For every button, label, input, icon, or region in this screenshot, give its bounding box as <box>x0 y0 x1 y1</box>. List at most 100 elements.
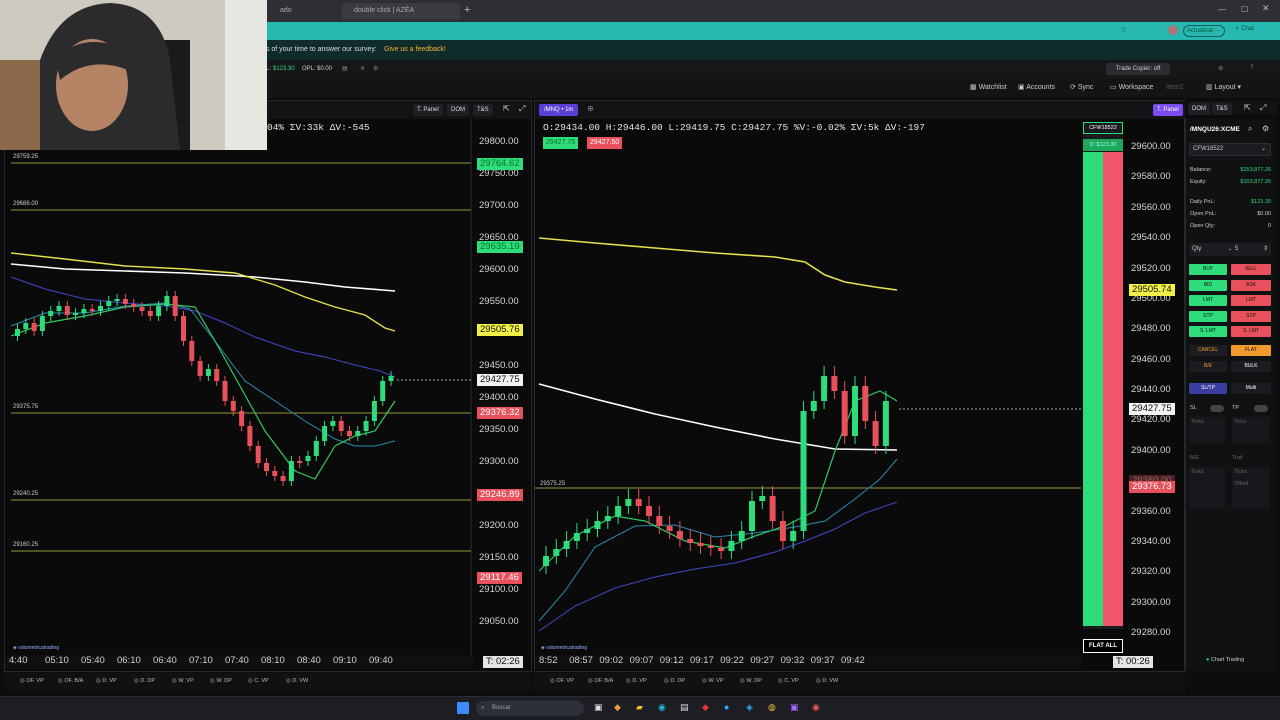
browser-tab-active[interactable]: double click | AZÉA <box>342 3 460 19</box>
gear-icon[interactable]: ⚙ <box>1218 65 1223 72</box>
task-view-icon[interactable]: ▣ <box>594 702 603 713</box>
right-tag-red: 29376.73 <box>1129 481 1175 493</box>
app-icon-3[interactable]: ◆ <box>702 702 709 713</box>
pnl-tag: D: $123.30 <box>1083 139 1123 151</box>
qty-select[interactable]: Qty⌄ <box>1189 243 1237 256</box>
trail-ticks-input[interactable]: Ticks Offset <box>1232 467 1270 509</box>
left-bottom-toggle[interactable]: ◎ D. VP <box>96 678 117 684</box>
right-bottom-toggle[interactable]: ◎ D. VW <box>816 678 838 684</box>
edge-icon[interactable]: ◉ <box>658 702 666 713</box>
qty-input[interactable]: 5 ⇕ <box>1231 243 1271 256</box>
right-popout-icon[interactable]: ⇱ <box>1244 103 1251 112</box>
close-window-icon[interactable]: ✕ <box>1262 3 1270 14</box>
app-icon-7[interactable]: ◉ <box>812 702 820 713</box>
right-candle <box>615 506 622 516</box>
buy-order-button[interactable]: BID <box>1189 279 1227 291</box>
flat-all-button[interactable]: FLAT ALL <box>1083 639 1123 653</box>
maximize-icon[interactable]: ▢ <box>1241 4 1249 13</box>
tp-toggle[interactable] <box>1254 405 1268 412</box>
stat-value: 0 <box>1267 223 1271 229</box>
right-candle <box>718 548 725 551</box>
accounts-button[interactable]: ▣ Accounts <box>1018 83 1055 93</box>
right-price-label: 29540.00 <box>1131 232 1171 244</box>
right-bottom-toggle[interactable]: ◎ OF. VP <box>550 678 574 684</box>
watchlist-button[interactable]: ▦ Watchlist <box>970 83 1007 93</box>
account-select[interactable]: CFW18522 ⌄ <box>1189 143 1271 156</box>
search-icon[interactable]: ⌕ <box>1248 124 1252 134</box>
item2-button[interactable]: Item2 <box>1166 83 1184 93</box>
left-candle <box>139 307 145 311</box>
right-bottom-toggle[interactable]: ◎ W. VP <box>702 678 724 684</box>
sell-zone[interactable] <box>1103 152 1123 626</box>
taskbar-search[interactable]: ⌕ Buscar <box>476 701 584 716</box>
left-time-axis: 4:40 05:10 05:40 06:10 06:40 07:10 07:40 08:10 0… <box>5 655 473 669</box>
buy-order-button[interactable]: S. LMT <box>1189 326 1227 337</box>
right-bottom-toggle[interactable]: ◎ OF. B/A <box>588 678 613 684</box>
right-bottom-toggle[interactable]: ◎ D. VP <box>626 678 647 684</box>
folder-icon[interactable]: ▰ <box>636 702 643 713</box>
right-dom-button[interactable]: DOM <box>1188 103 1210 115</box>
survey-link[interactable]: Give us a feedback! <box>384 40 446 60</box>
sl-ticks-input[interactable]: Ticks <box>1189 417 1225 443</box>
right-bottom-toggle[interactable]: ◎ C. VP <box>778 678 799 684</box>
left-bottom-toggle[interactable]: ◎ D. DP <box>134 678 155 684</box>
sell-order-button[interactable]: LMT <box>1231 295 1271 306</box>
left-bottom-toggle[interactable]: ◎ OF. VP <box>20 678 44 684</box>
right-ts-button[interactable]: T&S <box>1212 103 1232 115</box>
workspace-button[interactable]: ▭ Workspace <box>1110 83 1153 93</box>
buy-order-button[interactable]: BUY <box>1189 264 1227 275</box>
left-bottom-toggle[interactable]: ◎ W. VP <box>172 678 194 684</box>
bookmark-icon[interactable]: ☆ <box>1120 25 1127 34</box>
left-candle <box>31 323 37 331</box>
minimize-icon[interactable]: — <box>1218 5 1226 14</box>
app-icon-1[interactable]: ◆ <box>614 702 621 713</box>
browser-tab[interactable]: ado <box>268 3 338 19</box>
update-button[interactable]: Actualizar ··· <box>1183 25 1225 37</box>
calculator-icon[interactable]: ▤ <box>342 65 348 72</box>
left-bottom-toggle[interactable]: ◎ W. DP <box>210 678 232 684</box>
new-tab-icon[interactable]: + <box>464 4 470 16</box>
buy-order-button[interactable]: LMT <box>1189 295 1227 306</box>
sell-order-button[interactable]: ASK <box>1231 279 1271 291</box>
right-candle <box>676 531 683 539</box>
sltp-tab[interactable]: SL/TP <box>1189 383 1227 394</box>
left-chart-canvas[interactable] <box>5 101 531 671</box>
panel-settings-icon[interactable]: ⚙ <box>1262 124 1269 133</box>
left-bottom-toggle[interactable]: ◎ D. VW <box>286 678 308 684</box>
help-icon[interactable]: ? <box>1250 65 1253 71</box>
sync-button[interactable]: ⟳ Sync <box>1070 83 1093 93</box>
app-icon-5[interactable]: ◈ <box>746 702 753 713</box>
tp-ticks-input[interactable]: Ticks <box>1232 417 1270 443</box>
windows-start-icon[interactable] <box>457 702 469 714</box>
breakeven-button[interactable]: B/E <box>1189 361 1227 372</box>
right-bottom-toggle[interactable]: ◎ D. DP <box>664 678 685 684</box>
trade-copier-button[interactable]: Trade Copier: off <box>1106 63 1170 75</box>
settings-icon[interactable]: ⚙ <box>373 65 378 72</box>
close-positions-icon[interactable]: ✕ <box>360 65 365 72</box>
buy-zone[interactable] <box>1083 152 1103 626</box>
avatar[interactable] <box>1168 25 1178 35</box>
sell-order-button[interactable]: STP <box>1231 310 1271 322</box>
app-icon-2[interactable]: ▤ <box>680 702 689 713</box>
chat-button[interactable]: ◐ Chat <box>1236 26 1254 32</box>
layout-button[interactable]: ▥ Layout ▾ <box>1206 83 1241 93</box>
right-expand-icon[interactable]: ⤢ <box>1260 103 1266 113</box>
left-bottom-toggle[interactable]: ◎ OF. B/A <box>58 678 83 684</box>
sl-toggle[interactable] <box>1210 405 1224 412</box>
buy-order-button[interactable]: STP <box>1189 310 1227 322</box>
right-bottom-toggle[interactable]: ◎ W. DP <box>740 678 762 684</box>
bulk-button[interactable]: BULK <box>1231 361 1271 372</box>
chrome-icon[interactable]: ◍ <box>768 702 776 713</box>
chart-trading-toggle[interactable]: ● Chart Trading <box>1206 657 1244 663</box>
multi-tab[interactable]: Multi <box>1231 383 1271 394</box>
right-candle <box>543 556 549 566</box>
app-icon-4[interactable]: ● <box>724 702 729 712</box>
sell-order-button[interactable]: S. LMT <box>1231 326 1271 337</box>
app-icon-6[interactable]: ▣ <box>790 702 799 713</box>
left-bottom-toggle[interactable]: ◎ C. VP <box>248 678 269 684</box>
cancel-button[interactable]: CANCEL <box>1189 345 1227 356</box>
be-ticks-input[interactable]: Ticks <box>1189 467 1225 509</box>
flat-button[interactable]: FLAT <box>1231 345 1271 356</box>
sell-order-button[interactable]: SELL <box>1231 264 1271 275</box>
right-candle <box>584 529 591 533</box>
